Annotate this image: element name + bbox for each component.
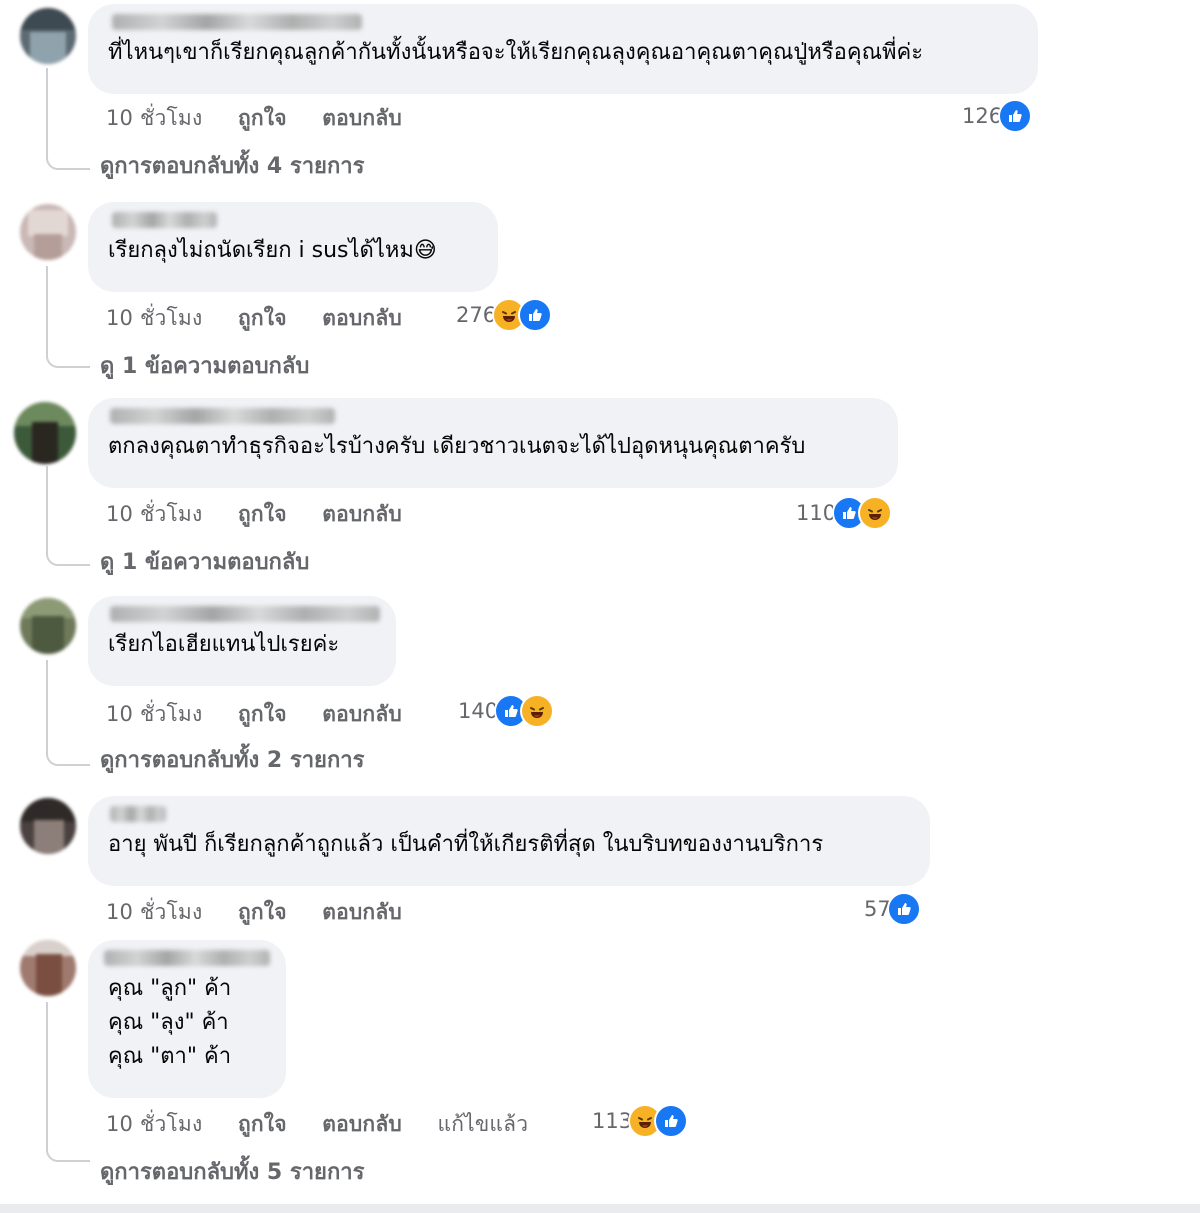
comment-thread: ที่ไหนๆเขาก็เรียกคุณลูกค้ากันทั้งนั้นหรื… — [0, 0, 1200, 1213]
thread-line — [46, 466, 48, 556]
comment-text: ที่ไหนๆเขาก็เรียกคุณลูกค้ากันทั้งนั้นหรื… — [108, 40, 924, 65]
like-button[interactable]: ถูกใจ — [238, 306, 287, 330]
comment-bubble: เรียกไอเฮียแทนไปเรยค่ะ — [88, 596, 396, 686]
haha-icon — [858, 496, 893, 530]
reply-button[interactable]: ตอบกลับ — [322, 502, 402, 526]
reply-button[interactable]: ตอบกลับ — [322, 900, 402, 924]
comment-text: เรียกลุงไม่ถนัดเรียก i susได้ไหม😅 — [108, 238, 437, 263]
avatar[interactable] — [14, 402, 76, 464]
divider — [0, 1204, 1200, 1213]
comment-actions: 10 ชั่วโมง ถูกใจ ตอบกลับ — [106, 498, 430, 531]
reaction-summary[interactable]: 276 — [456, 298, 553, 332]
thread-connector — [46, 552, 90, 566]
comment-text: อายุ พันปี ก็เรียกลูกค้าถูกแล้ว เป็นคำที… — [108, 832, 824, 857]
comment-timestamp[interactable]: 10 ชั่วโมง — [106, 900, 202, 924]
comment-actions: 10 ชั่วโมง ถูกใจ ตอบกลับ — [106, 698, 430, 731]
comment-bubble: เรียกลุงไม่ถนัดเรียก i susได้ไหม😅 — [88, 202, 498, 292]
thread-connector — [46, 354, 90, 368]
comment-text: คุณ "ลูก" ค้า คุณ "ลุง" ค้า คุณ "ตา" ค้า — [108, 976, 232, 1069]
reaction-summary[interactable]: 140 — [458, 694, 555, 728]
commenter-name-blurred[interactable] — [104, 950, 270, 966]
comment-bubble: ตกลงคุณตาทำธุรกิจอะไรบ้างครับ เดียวชาวเน… — [88, 398, 898, 488]
comment-text: เรียกไอเฮียแทนไปเรยค่ะ — [108, 632, 340, 657]
thread-line — [46, 660, 48, 756]
view-replies-link[interactable]: ดู 1 ข้อความตอบกลับ — [100, 348, 309, 383]
thread-line — [46, 68, 48, 160]
comment-actions: 10 ชั่วโมง ถูกใจ ตอบกลับ — [106, 102, 430, 135]
thread-connector — [46, 752, 90, 766]
reaction-count: 276 — [456, 303, 497, 327]
reaction-count: 110 — [796, 501, 837, 525]
like-icon — [886, 892, 921, 926]
haha-icon — [520, 694, 555, 728]
comment-bubble: คุณ "ลูก" ค้า คุณ "ลุง" ค้า คุณ "ตา" ค้า — [88, 940, 286, 1098]
reaction-count: 126 — [962, 104, 1003, 128]
avatar[interactable] — [20, 8, 76, 64]
thread-connector — [46, 1148, 90, 1162]
edited-label[interactable]: แก้ไขแล้ว — [437, 1112, 528, 1136]
view-replies-link[interactable]: ดูการตอบกลับทั้ง 2 รายการ — [100, 742, 364, 777]
comment-bubble: ที่ไหนๆเขาก็เรียกคุณลูกค้ากันทั้งนั้นหรื… — [88, 4, 1038, 94]
reaction-summary[interactable]: 113 — [592, 1104, 689, 1138]
commenter-name-blurred[interactable] — [112, 212, 217, 228]
like-icon — [654, 1104, 689, 1138]
comment-text: ตกลงคุณตาทำธุรกิจอะไรบ้างครับ เดียวชาวเน… — [108, 434, 806, 459]
comment-timestamp[interactable]: 10 ชั่วโมง — [106, 106, 202, 130]
reaction-summary[interactable]: 57 — [864, 892, 921, 926]
commenter-name-blurred[interactable] — [110, 806, 166, 822]
reaction-count: 113 — [592, 1109, 633, 1133]
like-button[interactable]: ถูกใจ — [238, 1112, 287, 1136]
thread-connector — [46, 156, 90, 170]
reply-button[interactable]: ตอบกลับ — [322, 306, 402, 330]
avatar[interactable] — [20, 598, 76, 654]
reaction-summary[interactable]: 126 — [962, 99, 1033, 133]
view-replies-link[interactable]: ดูการตอบกลับทั้ง 4 รายการ — [100, 148, 364, 183]
thread-line — [46, 266, 48, 358]
view-replies-link[interactable]: ดูการตอบกลับทั้ง 5 รายการ — [100, 1154, 364, 1189]
avatar[interactable] — [20, 798, 76, 854]
comment-actions: 10 ชั่วโมง ถูกใจ ตอบกลับ — [106, 302, 430, 335]
comment-timestamp[interactable]: 10 ชั่วโมง — [106, 702, 202, 726]
like-icon — [518, 298, 553, 332]
reply-button[interactable]: ตอบกลับ — [322, 702, 402, 726]
like-button[interactable]: ถูกใจ — [238, 106, 287, 130]
commenter-name-blurred[interactable] — [110, 408, 335, 424]
reaction-summary[interactable]: 110 — [796, 496, 893, 530]
comment-actions: 10 ชั่วโมง ถูกใจ ตอบกลับ แก้ไขแล้ว — [106, 1108, 556, 1141]
reply-button[interactable]: ตอบกลับ — [322, 106, 402, 130]
reply-button[interactable]: ตอบกลับ — [322, 1112, 402, 1136]
like-button[interactable]: ถูกใจ — [238, 900, 287, 924]
commenter-name-blurred[interactable] — [112, 14, 362, 30]
reaction-count: 140 — [458, 699, 499, 723]
comment-actions: 10 ชั่วโมง ถูกใจ ตอบกลับ — [106, 896, 430, 929]
avatar[interactable] — [20, 940, 76, 996]
commenter-name-blurred[interactable] — [110, 606, 380, 622]
comment-timestamp[interactable]: 10 ชั่วโมง — [106, 1112, 202, 1136]
comment-timestamp[interactable]: 10 ชั่วโมง — [106, 306, 202, 330]
comment-timestamp[interactable]: 10 ชั่วโมง — [106, 502, 202, 526]
like-icon — [998, 99, 1033, 133]
thread-line — [46, 1002, 48, 1152]
view-replies-link[interactable]: ดู 1 ข้อความตอบกลับ — [100, 544, 309, 579]
avatar[interactable] — [20, 204, 76, 260]
like-button[interactable]: ถูกใจ — [238, 702, 287, 726]
comment-bubble: อายุ พันปี ก็เรียกลูกค้าถูกแล้ว เป็นคำที… — [88, 796, 930, 886]
like-button[interactable]: ถูกใจ — [238, 502, 287, 526]
